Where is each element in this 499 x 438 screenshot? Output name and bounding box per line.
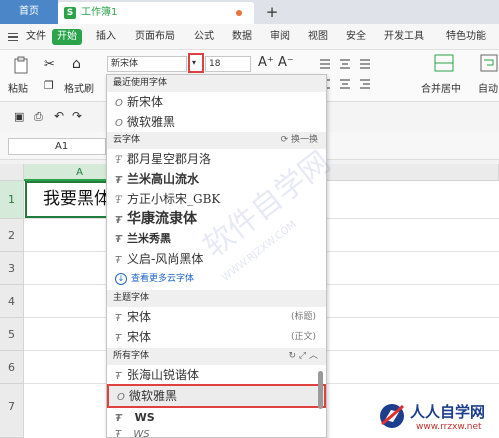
format-painter-button[interactable]: 格式刷 bbox=[64, 80, 94, 95]
section-cloud-fonts: 云字体 ⟳ 换一换 bbox=[107, 132, 326, 149]
save-icon[interactable]: ▣ bbox=[14, 110, 24, 123]
autowrap-button[interactable]: 自动 bbox=[478, 80, 498, 95]
dropdown-scrollbar[interactable] bbox=[318, 371, 323, 409]
menu-review[interactable]: 审阅 bbox=[270, 24, 290, 50]
menu-security[interactable]: 安全 bbox=[346, 24, 366, 50]
menu-data[interactable]: 数据 bbox=[232, 24, 252, 50]
menu-page-layout[interactable]: 页面布局 bbox=[135, 24, 175, 50]
font-grow-icon[interactable]: A⁺ bbox=[258, 55, 274, 70]
download-icon: ↓ bbox=[115, 273, 127, 285]
font-type-icon: O bbox=[117, 392, 125, 403]
font-name-input[interactable]: 新宋体 bbox=[107, 56, 187, 72]
font-size-input[interactable]: 18 bbox=[205, 56, 251, 72]
row-header-4[interactable]: 4 bbox=[0, 285, 24, 318]
logo-mark-icon bbox=[380, 404, 405, 428]
menu-start[interactable]: 开始 bbox=[52, 29, 82, 45]
cloud-font-icon: Ŧ bbox=[115, 255, 122, 266]
cloud-font-icon: Ŧ bbox=[115, 155, 122, 166]
font-type-icon: O bbox=[115, 98, 123, 109]
tab-workbook[interactable]: S 工作簿1 bbox=[58, 2, 254, 24]
cloud-font-icon: Ŧ bbox=[115, 195, 122, 206]
menu-insert[interactable]: 插入 bbox=[96, 24, 116, 50]
font-option[interactable]: Ŧ WS bbox=[107, 425, 326, 438]
menu-features[interactable]: 特色功能 bbox=[446, 24, 486, 50]
truetype-font-icon: Ŧ bbox=[115, 313, 122, 324]
all-fonts-controls[interactable]: ↻ ⤢ ︿ bbox=[289, 348, 318, 365]
title-tab-bar: 首页 S 工作簿1 + bbox=[0, 0, 499, 24]
spreadsheet-icon: S bbox=[64, 7, 76, 19]
section-theme-fonts: 主题字体 bbox=[107, 290, 326, 307]
font-dropdown-toggle[interactable]: ▾ bbox=[188, 53, 204, 73]
new-tab-button[interactable]: + bbox=[262, 0, 282, 24]
merge-center-icon[interactable] bbox=[434, 54, 454, 72]
menu-icon[interactable] bbox=[8, 33, 18, 41]
logo-name: 人人自学网 bbox=[410, 403, 486, 421]
font-option[interactable]: Ŧ 宋体 (正文) bbox=[107, 327, 326, 347]
chevron-down-icon: ▾ bbox=[192, 58, 197, 67]
unsaved-dot-icon bbox=[236, 10, 242, 16]
menu-file[interactable]: 文件 bbox=[26, 24, 46, 50]
site-logo: 人人自学网 www.rrzxw.net bbox=[376, 398, 499, 438]
logo-url: www.rrzxw.net bbox=[416, 422, 482, 432]
cloud-font-icon: Ŧ bbox=[115, 234, 122, 245]
align-icons[interactable] bbox=[318, 58, 378, 70]
cloud-font-icon: Ŧ bbox=[115, 175, 122, 186]
merge-center-button[interactable]: 合并居中 bbox=[421, 80, 461, 95]
align-icons-row2[interactable] bbox=[318, 78, 378, 90]
row-header-6[interactable]: 6 bbox=[0, 351, 24, 384]
truetype-font-icon: Ŧ bbox=[115, 333, 122, 344]
cell-reference-box[interactable]: A1 bbox=[8, 138, 106, 155]
select-all-corner[interactable] bbox=[0, 164, 24, 181]
font-option-selected[interactable]: O 微软雅黑 bbox=[107, 384, 326, 408]
tab-home[interactable]: 首页 bbox=[0, 0, 58, 24]
cloud-font-icon: Ŧ bbox=[115, 215, 122, 226]
row-header-2[interactable]: 2 bbox=[0, 219, 24, 252]
row-header-3[interactable]: 3 bbox=[0, 252, 24, 285]
menu-view[interactable]: 视图 bbox=[308, 24, 328, 50]
redo-icon[interactable]: ↷ bbox=[72, 109, 82, 123]
section-recent-fonts: 最近使用字体 bbox=[107, 75, 326, 92]
font-option[interactable]: O 新宋体 bbox=[107, 92, 326, 112]
font-option[interactable]: O 微软雅黑 bbox=[107, 112, 326, 132]
cut-icon[interactable]: ✂ bbox=[44, 57, 55, 72]
font-shrink-icon[interactable]: A⁻ bbox=[278, 55, 294, 70]
format-painter-icon[interactable]: ⌂ bbox=[72, 56, 81, 72]
row-header-7[interactable]: 7 bbox=[0, 384, 24, 438]
menu-bar: 文件 开始 插入 页面布局 公式 数据 审阅 视图 安全 开发工具 特色功能 bbox=[0, 24, 499, 50]
menu-developer[interactable]: 开发工具 bbox=[384, 24, 424, 50]
row-header-1[interactable]: 1 bbox=[0, 181, 24, 219]
font-option[interactable]: Ŧ 张海山锐谐体 bbox=[107, 365, 326, 385]
paste-button[interactable]: 粘贴 bbox=[8, 80, 28, 95]
autowrap-icon[interactable] bbox=[480, 54, 498, 72]
font-type-icon: O bbox=[115, 118, 123, 129]
undo-icon[interactable]: ↶ bbox=[54, 109, 64, 123]
print-icon[interactable]: ⎙ bbox=[34, 110, 43, 124]
font-option[interactable]: Ŧ 宋体 (标题) bbox=[107, 307, 326, 327]
more-cloud-fonts-link[interactable]: ↓ 查看更多云字体 bbox=[115, 270, 315, 288]
truetype-font-icon: Ŧ bbox=[115, 429, 122, 438]
copy-icon[interactable]: ❐ bbox=[44, 79, 54, 92]
section-all-fonts: 所有字体 ↻ ⤢ ︿ bbox=[107, 348, 326, 365]
row-header-5[interactable]: 5 bbox=[0, 318, 24, 351]
menu-formula[interactable]: 公式 bbox=[194, 24, 214, 50]
tab-workbook-label: 工作簿1 bbox=[81, 7, 118, 18]
paste-icon[interactable] bbox=[12, 56, 30, 74]
